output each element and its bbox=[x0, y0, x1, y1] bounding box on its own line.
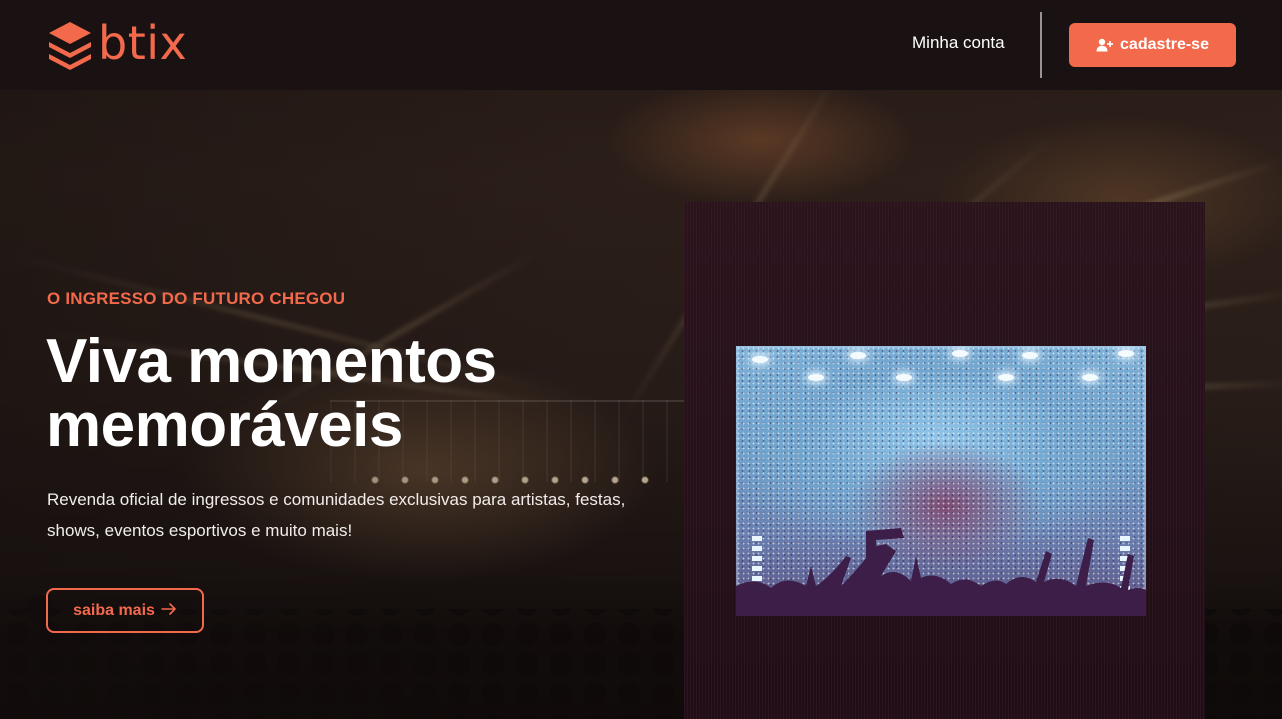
stacked-layers-icon bbox=[46, 20, 94, 70]
nav-divider bbox=[1040, 12, 1042, 78]
logo-text: btix bbox=[98, 16, 188, 70]
user-plus-icon bbox=[1096, 38, 1114, 52]
account-link[interactable]: Minha conta bbox=[912, 33, 1005, 53]
arrow-right-icon bbox=[161, 602, 177, 620]
navbar: btix Minha conta cadastre-se bbox=[0, 0, 1282, 90]
concert-crowd-image bbox=[736, 346, 1146, 616]
headline-line-1: Viva momentos bbox=[46, 327, 497, 396]
signup-label: cadastre-se bbox=[1120, 36, 1209, 53]
cta-label: saiba mais bbox=[73, 601, 155, 619]
brand-logo[interactable]: btix bbox=[46, 20, 187, 70]
hero-eyebrow: O INGRESSO DO FUTURO CHEGOU bbox=[47, 289, 346, 308]
hero-media-panel bbox=[684, 202, 1205, 719]
hero-description: Revenda oficial de ingressos e comunidad… bbox=[47, 490, 626, 540]
headline-line-2: memoráveis bbox=[46, 391, 403, 460]
learn-more-button[interactable]: saiba mais bbox=[46, 588, 204, 633]
signup-button[interactable]: cadastre-se bbox=[1069, 23, 1236, 67]
hero-headline: Viva momentos memoráveis bbox=[46, 330, 646, 458]
